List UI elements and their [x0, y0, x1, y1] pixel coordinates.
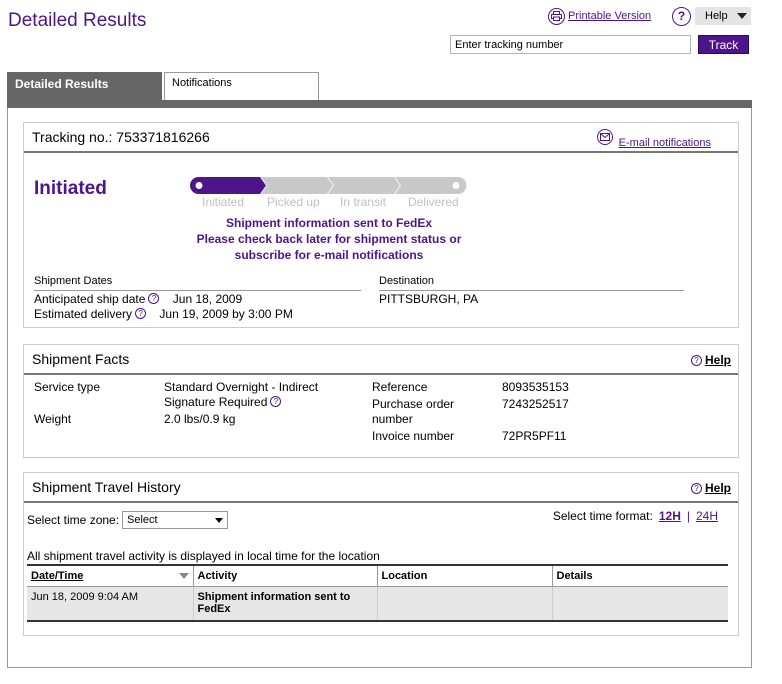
tracking-number: 753371816266 — [116, 129, 210, 145]
time-format-24h[interactable]: 24H — [696, 509, 718, 523]
help-dropdown[interactable]: ? Help — [672, 6, 752, 26]
help-icon: ? — [672, 6, 691, 26]
chevron-down-icon — [215, 517, 223, 523]
signature-value: Signature Required — [164, 395, 268, 409]
progress-end-dot — [452, 182, 460, 189]
estimated-delivery: Estimated delivery? Jun 19, 2009 by 3:00… — [34, 307, 293, 321]
printable-version[interactable]: Printable Version — [548, 7, 651, 25]
shipment-facts-title: Shipment Facts — [32, 351, 130, 367]
column-header-details: Details — [552, 564, 728, 587]
signature-required: Signature Required? — [164, 395, 282, 409]
time-format-12h[interactable]: 12H — [659, 509, 681, 523]
status-message-line: Shipment information sent to FedEx — [225, 216, 432, 230]
travel-history-heading: Shipment Travel History — [24, 473, 738, 503]
cell-details — [552, 586, 728, 622]
column-header-label: Date/Time — [31, 569, 84, 582]
time-format-label: Select time format: — [552, 509, 653, 523]
shipment-facts-panel: Shipment Facts ? Help Service type Stand… — [23, 344, 739, 458]
help-icon[interactable]: ? — [270, 396, 282, 407]
column-header-activity: Activity — [193, 564, 378, 587]
estimated-value: Jun 19, 2009 by 3:00 PM — [159, 307, 293, 321]
track-button[interactable]: Track — [698, 35, 749, 54]
facts-help[interactable]: ? Help — [690, 353, 731, 367]
anticipated-ship-date: Anticipated ship date? Jun 18, 2009 — [34, 292, 242, 306]
time-format-separator: | — [686, 509, 690, 523]
destination-heading: Destination — [379, 275, 435, 287]
progress-start-dot — [195, 182, 203, 189]
sort-icon[interactable] — [178, 572, 189, 579]
table-row: Jun 18, 2009 9:04 AM Shipment informatio… — [27, 586, 728, 622]
travel-history-table: Date/Time Activity Location Details Jun … — [27, 564, 728, 622]
tracking-number-input[interactable] — [450, 35, 691, 54]
cell-datetime: Jun 18, 2009 9:04 AM — [27, 586, 194, 622]
weight-value: 2.0 lbs/0.9 kg — [164, 412, 236, 426]
service-type-label: Service type — [34, 380, 101, 394]
cell-activity: Shipment information sent to FedEx — [193, 586, 378, 622]
timezone-select[interactable]: Select — [122, 511, 228, 529]
email-notifications-link[interactable]: E-mail notifications — [619, 137, 711, 149]
help-icon: ? — [690, 354, 702, 366]
shipment-facts-heading: Shipment Facts — [24, 345, 738, 375]
email-notifications[interactable]: E-mail notifications — [596, 129, 711, 149]
envelope-icon — [596, 129, 613, 145]
service-type-value: Standard Overnight - Indirect — [164, 380, 319, 394]
tab-notifications[interactable]: Notifications — [164, 72, 319, 100]
anticipated-label: Anticipated ship date — [34, 292, 146, 306]
time-format: Select time format: 12H | 24H — [553, 509, 718, 523]
tab-detailed-results[interactable]: Detailed Results — [7, 72, 162, 102]
progress-step-in-transit — [328, 177, 400, 194]
progress-bar — [190, 177, 467, 194]
dropdown-arrow-icon — [737, 13, 747, 19]
history-help-link[interactable]: Help — [705, 481, 731, 495]
help-icon[interactable]: ? — [135, 308, 147, 319]
progress-step-picked-up — [261, 177, 333, 194]
step-label-picked-up: Picked up — [267, 195, 320, 209]
weight-label: Weight — [34, 412, 72, 426]
tab-bar — [7, 100, 752, 108]
timezone-value: Select — [127, 514, 158, 526]
help-menu-button[interactable]: Help — [695, 7, 751, 25]
timezone-label: Select time zone: — [27, 513, 120, 527]
travel-history-panel: Shipment Travel History ? Help Select ti… — [23, 472, 739, 636]
printable-version-link[interactable]: Printable Version — [568, 10, 651, 22]
tracking-label: Tracking no.: — [32, 129, 113, 145]
step-label-delivered: Delivered — [408, 195, 459, 209]
local-time-note: All shipment travel activity is displaye… — [27, 549, 380, 563]
po-label-cont: number — [372, 412, 413, 426]
po-value: 7243252517 — [502, 397, 569, 411]
reference-label: Reference — [372, 380, 428, 394]
history-help[interactable]: ? Help — [690, 481, 731, 495]
destination-value: PITTSBURGH, PA — [379, 292, 479, 306]
shipment-dates-heading: Shipment Dates — [34, 275, 113, 287]
anticipated-value: Jun 18, 2009 — [172, 292, 243, 306]
facts-help-link[interactable]: Help — [705, 353, 731, 367]
divider — [34, 290, 361, 291]
cell-location — [377, 586, 553, 622]
page-title: Detailed Results — [8, 10, 147, 31]
travel-history-title: Shipment Travel History — [32, 479, 181, 495]
status-message-line: Please check back later for shipment sta… — [196, 232, 462, 246]
shipment-status: Initiated — [34, 178, 107, 199]
divider — [379, 290, 684, 291]
help-icon: ? — [690, 482, 702, 494]
invoice-label: Invoice number — [372, 429, 455, 443]
tracking-summary-panel: Tracking no.: 753371816266 E-mail notifi… — [23, 122, 739, 328]
po-label: Purchase order — [372, 397, 455, 411]
help-menu-label: Help — [705, 10, 728, 22]
step-label-initiated: Initiated — [202, 195, 245, 209]
status-message-line: subscribe for e-mail notifications — [234, 248, 424, 262]
printer-icon — [548, 7, 565, 25]
status-message: Shipment information sent to FedEx Pleas… — [174, 215, 484, 263]
invoice-value: 72PR5PF11 — [502, 429, 567, 443]
estimated-label: Estimated delivery — [34, 307, 133, 321]
step-label-in-transit: In transit — [340, 195, 387, 209]
help-icon[interactable]: ? — [148, 293, 160, 304]
reference-value: 8093535153 — [502, 380, 569, 394]
column-header-location: Location — [377, 564, 553, 587]
column-header-datetime[interactable]: Date/Time — [27, 564, 194, 587]
table-header-row: Date/Time Activity Location Details — [27, 564, 728, 587]
